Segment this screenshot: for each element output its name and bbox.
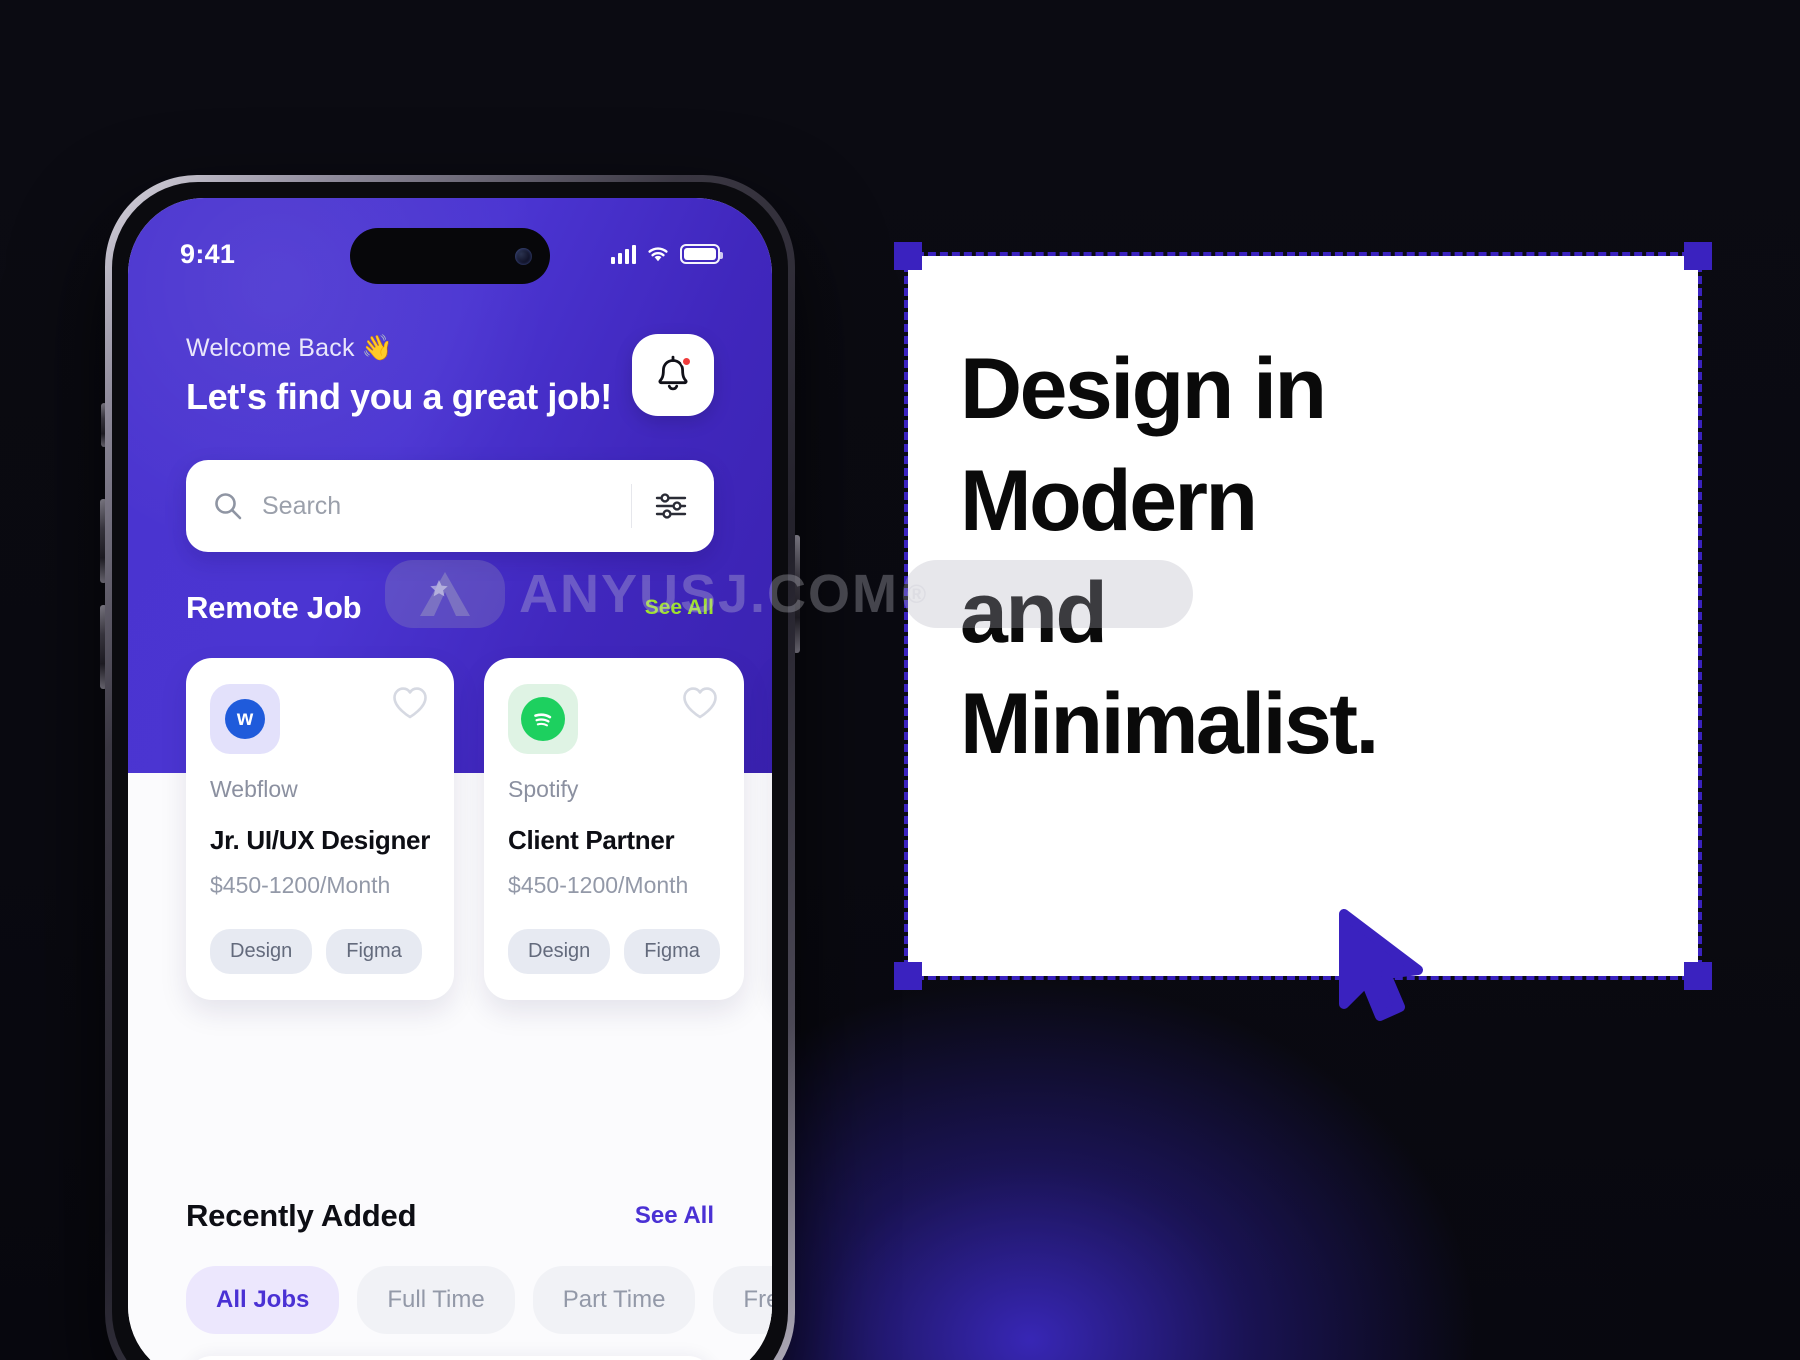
search-divider (631, 484, 632, 528)
status-bar-indicators (611, 244, 723, 264)
job-card-header: w (210, 684, 430, 754)
job-card[interactable]: w Webflow Jr. UI/UX Designer $450-1200/M… (186, 658, 455, 1000)
job-card-company: Webflow (210, 776, 298, 802)
job-card-company: Spotify (508, 776, 579, 802)
resize-handle-top-right[interactable] (1684, 242, 1712, 270)
filter-chip-freelance[interactable]: Freelance (713, 1266, 772, 1334)
job-card-title: Client Partner (508, 825, 675, 855)
selected-text-content: Design in Modern and Minimalist. (960, 334, 1664, 781)
spotify-mark (521, 697, 566, 741)
job-tag[interactable]: Figma (624, 929, 720, 974)
job-tag[interactable]: Design (508, 929, 611, 974)
search-input[interactable]: Search (262, 492, 631, 521)
remote-job-card-list: w Webflow Jr. UI/UX Designer $450-1200/M… (186, 658, 772, 1000)
notification-button[interactable] (632, 334, 714, 416)
dynamic-island (350, 228, 550, 284)
remote-job-title: Remote Job (186, 590, 362, 625)
mouse-pointer-arrow-icon (1339, 909, 1423, 1021)
recently-added-title: Recently Added (186, 1198, 417, 1233)
phone-frame: 9:41 Welcome Back 👋 Let's find you a gre… (105, 175, 795, 1360)
job-type-filter-chips: All Jobs Full Time Part Time Freelance (186, 1266, 772, 1334)
recently-added-section-header: Recently Added See All (186, 1198, 714, 1234)
selected-text-frame[interactable]: Design in Modern and Minimalist. (894, 242, 1712, 990)
sliders-filter-icon[interactable] (654, 491, 688, 521)
page-title: Let's find you a great job! (186, 376, 612, 417)
search-bar[interactable]: Search (186, 460, 714, 552)
job-card-salary: $450-1200/Month (210, 872, 391, 898)
phone-bezel: 9:41 Welcome Back 👋 Let's find you a gre… (112, 182, 788, 1360)
selected-text-line: and (960, 564, 1108, 661)
status-bar-time: 9:41 (180, 238, 236, 269)
filter-chip-all-jobs[interactable]: All Jobs (186, 1266, 340, 1334)
job-card-logo-letter: w (225, 699, 265, 739)
heart-outline-icon[interactable] (680, 684, 720, 722)
phone-screen: 9:41 Welcome Back 👋 Let's find you a gre… (128, 198, 772, 1360)
recently-added-first-item[interactable] (186, 1356, 714, 1360)
resize-handle-bottom-right[interactable] (1684, 962, 1712, 990)
greeting-block: Welcome Back 👋 Let's find you a great jo… (186, 334, 612, 418)
job-tag[interactable]: Design (210, 929, 313, 974)
resize-handle-bottom-left[interactable] (894, 962, 922, 990)
phone-mockup: 9:41 Welcome Back 👋 Let's find you a gre… (100, 175, 800, 1360)
spotify-logo-icon (508, 684, 579, 754)
webflow-logo-icon: w (210, 684, 280, 754)
job-card-header (508, 684, 720, 754)
job-tag[interactable]: Figma (326, 929, 422, 974)
job-card-tags: Design Figma (508, 929, 720, 974)
battery-full-icon (680, 244, 723, 264)
notification-badge (681, 356, 692, 367)
selected-text-line: Modern (960, 452, 1258, 549)
remote-job-section-header: Remote Job See All (186, 590, 714, 626)
search-icon (215, 493, 242, 520)
job-card-salary: $450-1200/Month (508, 872, 689, 898)
job-card-tags: Design Figma (210, 929, 430, 974)
job-card-title: Jr. UI/UX Designer (210, 825, 431, 855)
filter-chip-full-time[interactable]: Full Time (357, 1266, 515, 1334)
cellular-bars-icon (611, 244, 636, 264)
resize-handle-top-left[interactable] (894, 242, 922, 270)
wifi-icon (648, 247, 668, 262)
heart-outline-icon[interactable] (390, 684, 430, 722)
selected-text-line: Design in (960, 341, 1327, 437)
front-camera-icon (515, 247, 532, 265)
selected-text-line: Minimalist. (960, 676, 1379, 773)
remote-job-see-all-link[interactable]: See All (645, 596, 714, 620)
recently-added-see-all-link[interactable]: See All (635, 1202, 714, 1230)
filter-chip-part-time[interactable]: Part Time (532, 1266, 696, 1334)
spotify-waves-icon (534, 713, 552, 727)
app-header: Welcome Back 👋 Let's find you a great jo… (186, 334, 714, 418)
welcome-label: Welcome Back 👋 (186, 334, 394, 362)
screenshot-canvas: 9:41 Welcome Back 👋 Let's find you a gre… (0, 0, 1800, 1360)
job-card[interactable]: Spotify Client Partner $450-1200/Month D… (484, 658, 744, 1000)
